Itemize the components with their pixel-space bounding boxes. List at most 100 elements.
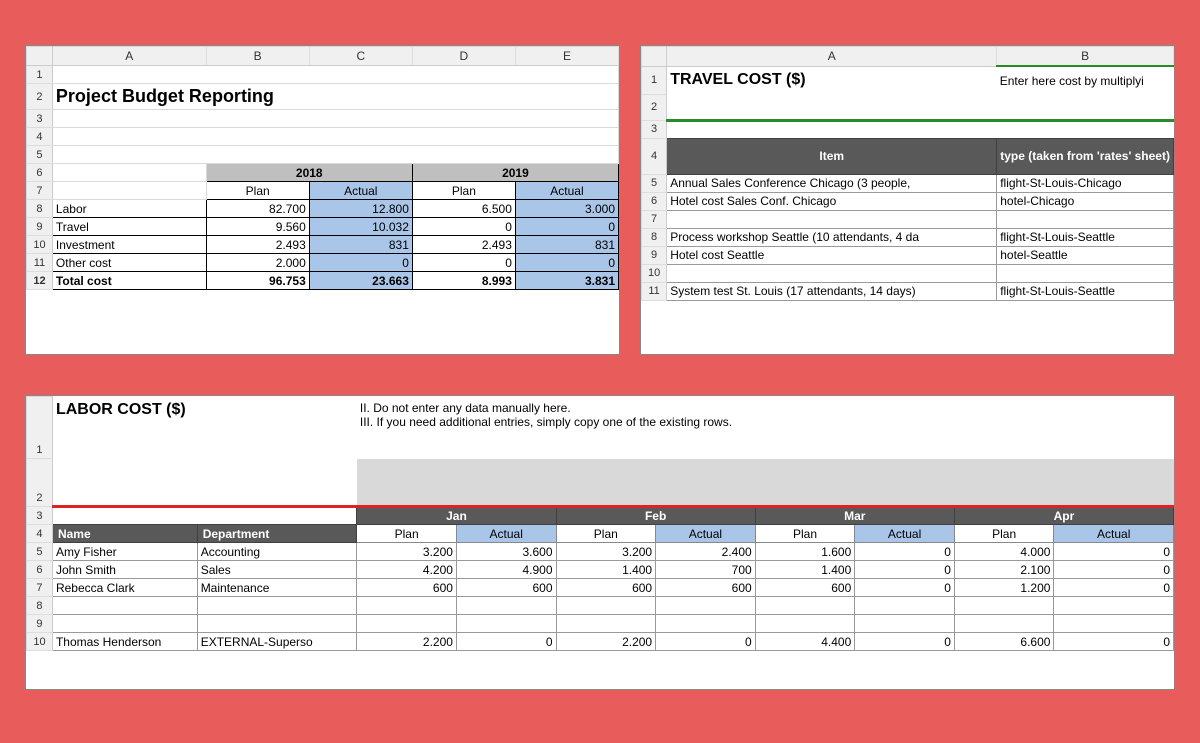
row-5[interactable]: 5 xyxy=(642,174,667,192)
row-3[interactable]: 3 xyxy=(642,120,667,138)
month-hdr[interactable]: Mar xyxy=(755,507,954,525)
corner[interactable] xyxy=(642,47,667,67)
total-actual[interactable]: 3.831 xyxy=(515,272,618,290)
labor-value[interactable]: 0 xyxy=(1054,633,1174,651)
labor-value[interactable]: 2.200 xyxy=(357,633,457,651)
labor-value[interactable] xyxy=(357,597,457,615)
budget-actual[interactable]: 0 xyxy=(515,254,618,272)
row-2[interactable]: 2 xyxy=(642,94,667,120)
labor-value[interactable]: 6.600 xyxy=(954,633,1054,651)
col-C[interactable]: C xyxy=(309,47,412,66)
budget-plan[interactable]: 0 xyxy=(412,218,515,236)
row-4[interactable]: 4 xyxy=(27,128,53,146)
row-12[interactable]: 12 xyxy=(27,272,53,290)
travel-type[interactable]: flight-St-Louis-Seattle xyxy=(997,282,1174,300)
row-7[interactable]: 7 xyxy=(27,579,53,597)
travel-item[interactable]: Process workshop Seattle (10 attendants,… xyxy=(667,228,997,246)
labor-name[interactable]: Thomas Henderson xyxy=(52,633,197,651)
travel-item[interactable]: Hotel cost Seattle xyxy=(667,246,997,264)
row-9[interactable]: 9 xyxy=(27,218,53,236)
travel-sheet[interactable]: A B 1 TRAVEL COST ($) Enter here cost by… xyxy=(640,45,1175,355)
total-label[interactable]: Total cost xyxy=(52,272,206,290)
labor-value[interactable]: 0 xyxy=(855,579,955,597)
labor-value[interactable] xyxy=(656,615,756,633)
travel-type[interactable]: flight-St-Louis-Chicago xyxy=(997,174,1174,192)
labor-value[interactable]: 0 xyxy=(656,633,756,651)
row-1[interactable]: 1 xyxy=(27,66,53,84)
labor-dept[interactable]: EXTERNAL-Superso xyxy=(197,633,357,651)
row-11[interactable]: 11 xyxy=(27,254,53,272)
row-6[interactable]: 6 xyxy=(642,192,667,210)
labor-value[interactable] xyxy=(954,597,1054,615)
labor-value[interactable] xyxy=(855,597,955,615)
labor-value[interactable]: 0 xyxy=(1054,579,1174,597)
item-header[interactable]: Item xyxy=(667,138,997,174)
row-5[interactable]: 5 xyxy=(27,543,53,561)
labor-value[interactable]: 1.400 xyxy=(755,561,855,579)
labor-value[interactable]: 700 xyxy=(656,561,756,579)
actual-hdr[interactable]: Actual xyxy=(309,182,412,200)
actual-hdr[interactable]: Actual xyxy=(515,182,618,200)
plan-hdr[interactable]: Plan xyxy=(357,525,457,543)
row-5[interactable]: 5 xyxy=(27,146,53,164)
labor-value[interactable]: 4.200 xyxy=(357,561,457,579)
labor-value[interactable]: 2.100 xyxy=(954,561,1054,579)
budget-actual[interactable]: 10.032 xyxy=(309,218,412,236)
travel-type[interactable] xyxy=(997,264,1174,282)
labor-value[interactable]: 4.400 xyxy=(755,633,855,651)
travel-type[interactable]: hotel-Chicago xyxy=(997,192,1174,210)
row-2[interactable]: 2 xyxy=(27,459,53,507)
labor-value[interactable]: 3.200 xyxy=(357,543,457,561)
labor-value[interactable] xyxy=(456,597,556,615)
budget-label[interactable]: Labor xyxy=(52,200,206,218)
budget-actual[interactable]: 0 xyxy=(515,218,618,236)
travel-type[interactable]: flight-St-Louis-Seattle xyxy=(997,228,1174,246)
col-A[interactable]: A xyxy=(667,47,997,67)
row-10[interactable]: 10 xyxy=(642,264,667,282)
labor-name[interactable]: Amy Fisher xyxy=(52,543,197,561)
budget-actual[interactable]: 831 xyxy=(309,236,412,254)
row-3[interactable]: 3 xyxy=(27,507,53,525)
type-header[interactable]: type (taken from 'rates' sheet) xyxy=(997,138,1174,174)
budget-plan[interactable]: 9.560 xyxy=(206,218,309,236)
plan-hdr[interactable]: Plan xyxy=(556,525,656,543)
travel-item[interactable] xyxy=(667,210,997,228)
labor-value[interactable] xyxy=(456,615,556,633)
row-1[interactable]: 1 xyxy=(27,397,53,459)
labor-name[interactable]: Rebecca Clark xyxy=(52,579,197,597)
labor-value[interactable]: 4.000 xyxy=(954,543,1054,561)
budget-plan[interactable]: 2.493 xyxy=(412,236,515,254)
labor-value[interactable]: 3.200 xyxy=(556,543,656,561)
total-plan[interactable]: 8.993 xyxy=(412,272,515,290)
labor-dept[interactable] xyxy=(197,597,357,615)
row-9[interactable]: 9 xyxy=(642,246,667,264)
col-A[interactable]: A xyxy=(52,47,206,66)
plan-hdr[interactable]: Plan xyxy=(755,525,855,543)
labor-dept[interactable]: Maintenance xyxy=(197,579,357,597)
total-plan[interactable]: 96.753 xyxy=(206,272,309,290)
labor-value[interactable] xyxy=(556,615,656,633)
budget-label[interactable]: Travel xyxy=(52,218,206,236)
month-hdr[interactable]: Apr xyxy=(954,507,1173,525)
col-B[interactable]: B xyxy=(997,47,1174,67)
labor-value[interactable] xyxy=(1054,597,1174,615)
plan-hdr[interactable]: Plan xyxy=(412,182,515,200)
budget-sheet[interactable]: A B C D E 1 2 Project Budget Reporting 3… xyxy=(25,45,620,355)
budget-actual[interactable]: 831 xyxy=(515,236,618,254)
travel-type[interactable]: hotel-Seattle xyxy=(997,246,1174,264)
col-D[interactable]: D xyxy=(412,47,515,66)
labor-name[interactable] xyxy=(52,597,197,615)
labor-value[interactable]: 600 xyxy=(755,579,855,597)
budget-plan[interactable]: 6.500 xyxy=(412,200,515,218)
labor-value[interactable]: 600 xyxy=(357,579,457,597)
row-8[interactable]: 8 xyxy=(642,228,667,246)
labor-value[interactable] xyxy=(556,597,656,615)
col-B[interactable]: B xyxy=(206,47,309,66)
actual-hdr[interactable]: Actual xyxy=(855,525,955,543)
labor-value[interactable]: 600 xyxy=(656,579,756,597)
travel-item[interactable]: Hotel cost Sales Conf. Chicago xyxy=(667,192,997,210)
labor-value[interactable] xyxy=(1054,615,1174,633)
budget-plan[interactable]: 2.000 xyxy=(206,254,309,272)
labor-value[interactable]: 4.900 xyxy=(456,561,556,579)
total-actual[interactable]: 23.663 xyxy=(309,272,412,290)
